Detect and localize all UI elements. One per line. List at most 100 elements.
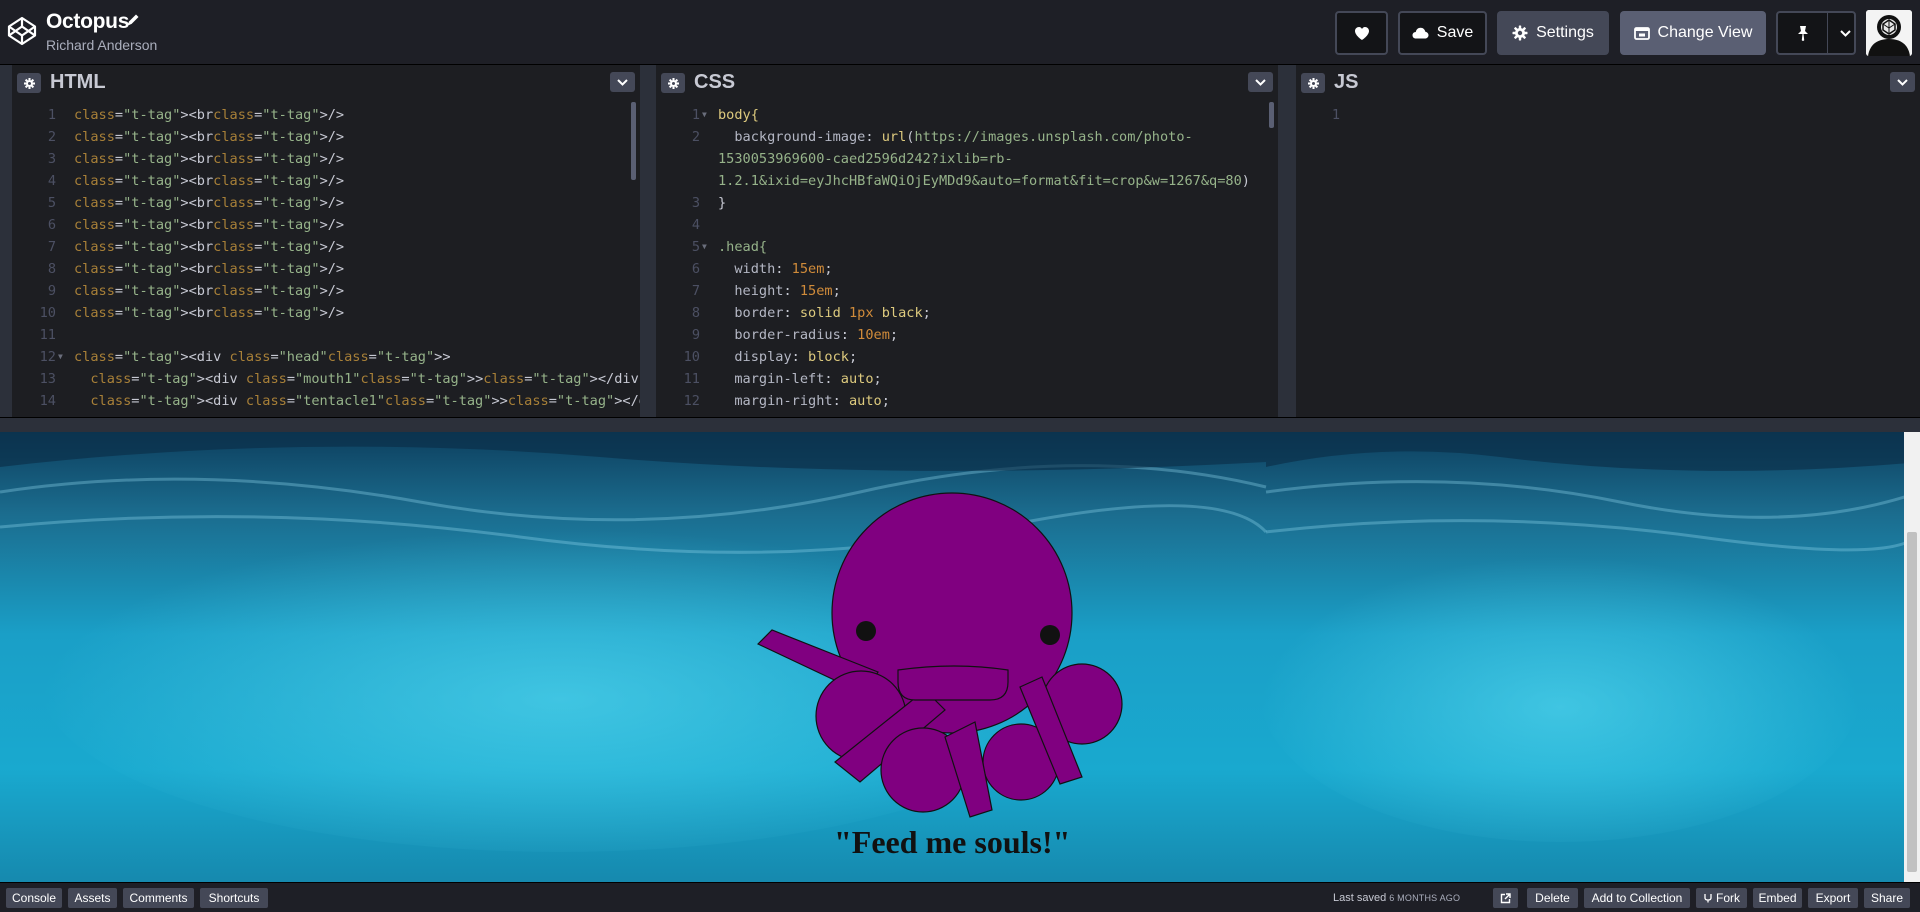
css-pane-header: CSS (656, 65, 1278, 100)
code-line[interactable]: 1 class="t-tag"><brclass="t-tag">/> (12, 104, 640, 126)
open-external-button[interactable] (1493, 888, 1518, 908)
gear-icon (1512, 25, 1528, 41)
chevron-down-icon (1897, 78, 1908, 86)
line-number: 10 (683, 349, 700, 365)
pane-divider[interactable] (640, 65, 656, 417)
code-line[interactable]: 14 class="t-tag"><div class="tentacle1"c… (12, 390, 640, 412)
css-pane-dropdown[interactable] (1248, 72, 1273, 92)
code-line[interactable]: 8 border: solid 1px black; (656, 302, 1278, 324)
gear-icon (667, 77, 679, 89)
line-number: 7 (691, 283, 700, 299)
code-text: class="t-tag"><brclass="t-tag">/> (74, 239, 345, 255)
code-line[interactable]: 13 class="t-tag"><div class="mouth1"clas… (12, 368, 640, 390)
code-line[interactable]: 12 ▼ class="t-tag"><div class="head"class=… (12, 346, 640, 368)
code-text: class="t-tag"><brclass="t-tag">/> (74, 283, 345, 299)
code-text: border-radius: 10em; (718, 327, 899, 343)
code-line[interactable]: 4 class="t-tag"><brclass="t-tag">/> (12, 170, 640, 192)
assets-button[interactable]: Assets (68, 888, 117, 908)
code-line[interactable]: 11 (12, 324, 640, 346)
code-line[interactable]: 3 class="t-tag"><brclass="t-tag">/> (12, 148, 640, 170)
code-text: class="t-tag"><div class="mouth1"class="… (90, 371, 640, 387)
octopus-eye (856, 621, 876, 641)
code-line[interactable]: 8 class="t-tag"><brclass="t-tag">/> (12, 258, 640, 280)
html-settings-button[interactable] (17, 73, 41, 93)
change-view-button[interactable]: Change View (1620, 11, 1766, 55)
code-line[interactable]: 11 margin-left: auto; (656, 368, 1278, 390)
pane-divider[interactable] (1278, 65, 1296, 417)
js-pane-dropdown[interactable] (1890, 72, 1915, 92)
css-editor-scrollbar[interactable] (1269, 102, 1274, 128)
js-code-editor[interactable]: 1 (1296, 100, 1920, 417)
html-editor-scrollbar[interactable] (631, 102, 636, 180)
change-view-icon (1633, 26, 1650, 40)
last-saved-status: Last saved 6 MONTHS AGO (1333, 892, 1460, 904)
code-line[interactable]: 6 class="t-tag"><brclass="t-tag">/> (12, 214, 640, 236)
css-editor-pane: CSS 1 ▼ body{2 background-image: url(https… (656, 65, 1278, 417)
gear-icon (23, 77, 35, 89)
avatar-image (1866, 10, 1912, 56)
fold-arrow-icon[interactable]: ▼ (702, 236, 707, 258)
code-text: class="t-tag"><brclass="t-tag">/> (74, 151, 345, 167)
author-name[interactable]: Richard Anderson (46, 37, 157, 53)
delete-button[interactable]: Delete (1527, 888, 1578, 908)
pen-title[interactable]: Octopus (46, 10, 129, 34)
js-editor-pane: JS 1 (1296, 65, 1920, 417)
preview-scrollbar-thumb[interactable] (1907, 532, 1917, 872)
code-line[interactable]: 2 background-image: url(https://images.u… (656, 126, 1278, 148)
code-line[interactable]: 1 (1296, 104, 1920, 126)
code-text: .head{ (718, 239, 768, 255)
html-pane-dropdown[interactable] (610, 72, 635, 92)
pin-dropdown-toggle[interactable] (1836, 29, 1854, 37)
code-line[interactable]: 4 (656, 214, 1278, 236)
gear-icon (1307, 77, 1319, 89)
code-line[interactable]: 10 class="t-tag"><brclass="t-tag">/> (12, 302, 640, 324)
code-line[interactable]: 2 class="t-tag"><brclass="t-tag">/> (12, 126, 640, 148)
code-line[interactable]: 7 height: 15em; (656, 280, 1278, 302)
like-button[interactable] (1335, 11, 1388, 55)
fold-arrow-icon[interactable]: ▼ (702, 104, 707, 126)
code-line[interactable]: 9 class="t-tag"><brclass="t-tag">/> (12, 280, 640, 302)
user-avatar[interactable] (1866, 10, 1912, 56)
line-number: 12 (39, 349, 56, 365)
embed-button[interactable]: Embed (1753, 888, 1802, 908)
fold-arrow-icon[interactable]: ▼ (58, 346, 63, 368)
pin-menu-button[interactable] (1776, 11, 1856, 55)
js-settings-button[interactable] (1301, 73, 1325, 93)
codepen-logo-icon[interactable] (6, 15, 38, 47)
share-button[interactable]: Share (1864, 888, 1910, 908)
line-number: 8 (47, 261, 56, 277)
code-text: class="t-tag"><brclass="t-tag">/> (74, 173, 345, 189)
code-line[interactable]: 10 display: block; (656, 346, 1278, 368)
code-line[interactable]: 1530053969600-caed2596d242?ixlib=rb- (656, 148, 1278, 170)
code-line[interactable]: 5 class="t-tag"><brclass="t-tag">/> (12, 192, 640, 214)
save-button[interactable]: Save (1398, 11, 1487, 55)
code-line[interactable]: 6 width: 15em; (656, 258, 1278, 280)
css-code-editor[interactable]: 1 ▼ body{2 background-image: url(https://i… (656, 100, 1278, 417)
pin-button[interactable] (1778, 13, 1828, 53)
fork-button[interactable]: Fork (1696, 888, 1747, 908)
html-editor-pane: HTML 1 class="t-tag"><brclass="t-tag">/> 2… (12, 65, 640, 417)
html-code-editor[interactable]: 1 class="t-tag"><brclass="t-tag">/> 2 class… (12, 100, 640, 417)
console-button[interactable]: Console (6, 888, 62, 908)
octopus-drawing (756, 492, 1123, 818)
code-line[interactable]: 5 ▼ .head{ (656, 236, 1278, 258)
add-to-collection-button[interactable]: Add to Collection (1584, 888, 1690, 908)
shortcuts-button[interactable]: Shortcuts (200, 888, 268, 908)
pencil-icon[interactable] (125, 12, 141, 28)
preview-frame[interactable]: "Feed me souls!" (0, 432, 1920, 882)
code-line[interactable]: 1 ▼ body{ (656, 104, 1278, 126)
code-text: class="t-tag"><brclass="t-tag">/> (74, 305, 345, 321)
code-line[interactable]: 1.2.1&ixid=eyJhcHBfaWQiOjEyMDd9&auto=for… (656, 170, 1278, 192)
css-settings-button[interactable] (661, 73, 685, 93)
code-text: class="t-tag"><brclass="t-tag">/> (74, 261, 345, 277)
export-button[interactable]: Export (1808, 888, 1858, 908)
save-label: Save (1436, 24, 1474, 41)
code-line[interactable]: 3} (656, 192, 1278, 214)
code-line[interactable]: 12 margin-right: auto; (656, 390, 1278, 412)
code-line[interactable]: 9 border-radius: 10em; (656, 324, 1278, 346)
code-line[interactable]: 7 class="t-tag"><brclass="t-tag">/> (12, 236, 640, 258)
settings-button[interactable]: Settings (1497, 11, 1609, 55)
preview-scrollbar[interactable] (1904, 432, 1920, 882)
comments-button[interactable]: Comments (123, 888, 194, 908)
preview-resizer[interactable] (0, 417, 1920, 432)
